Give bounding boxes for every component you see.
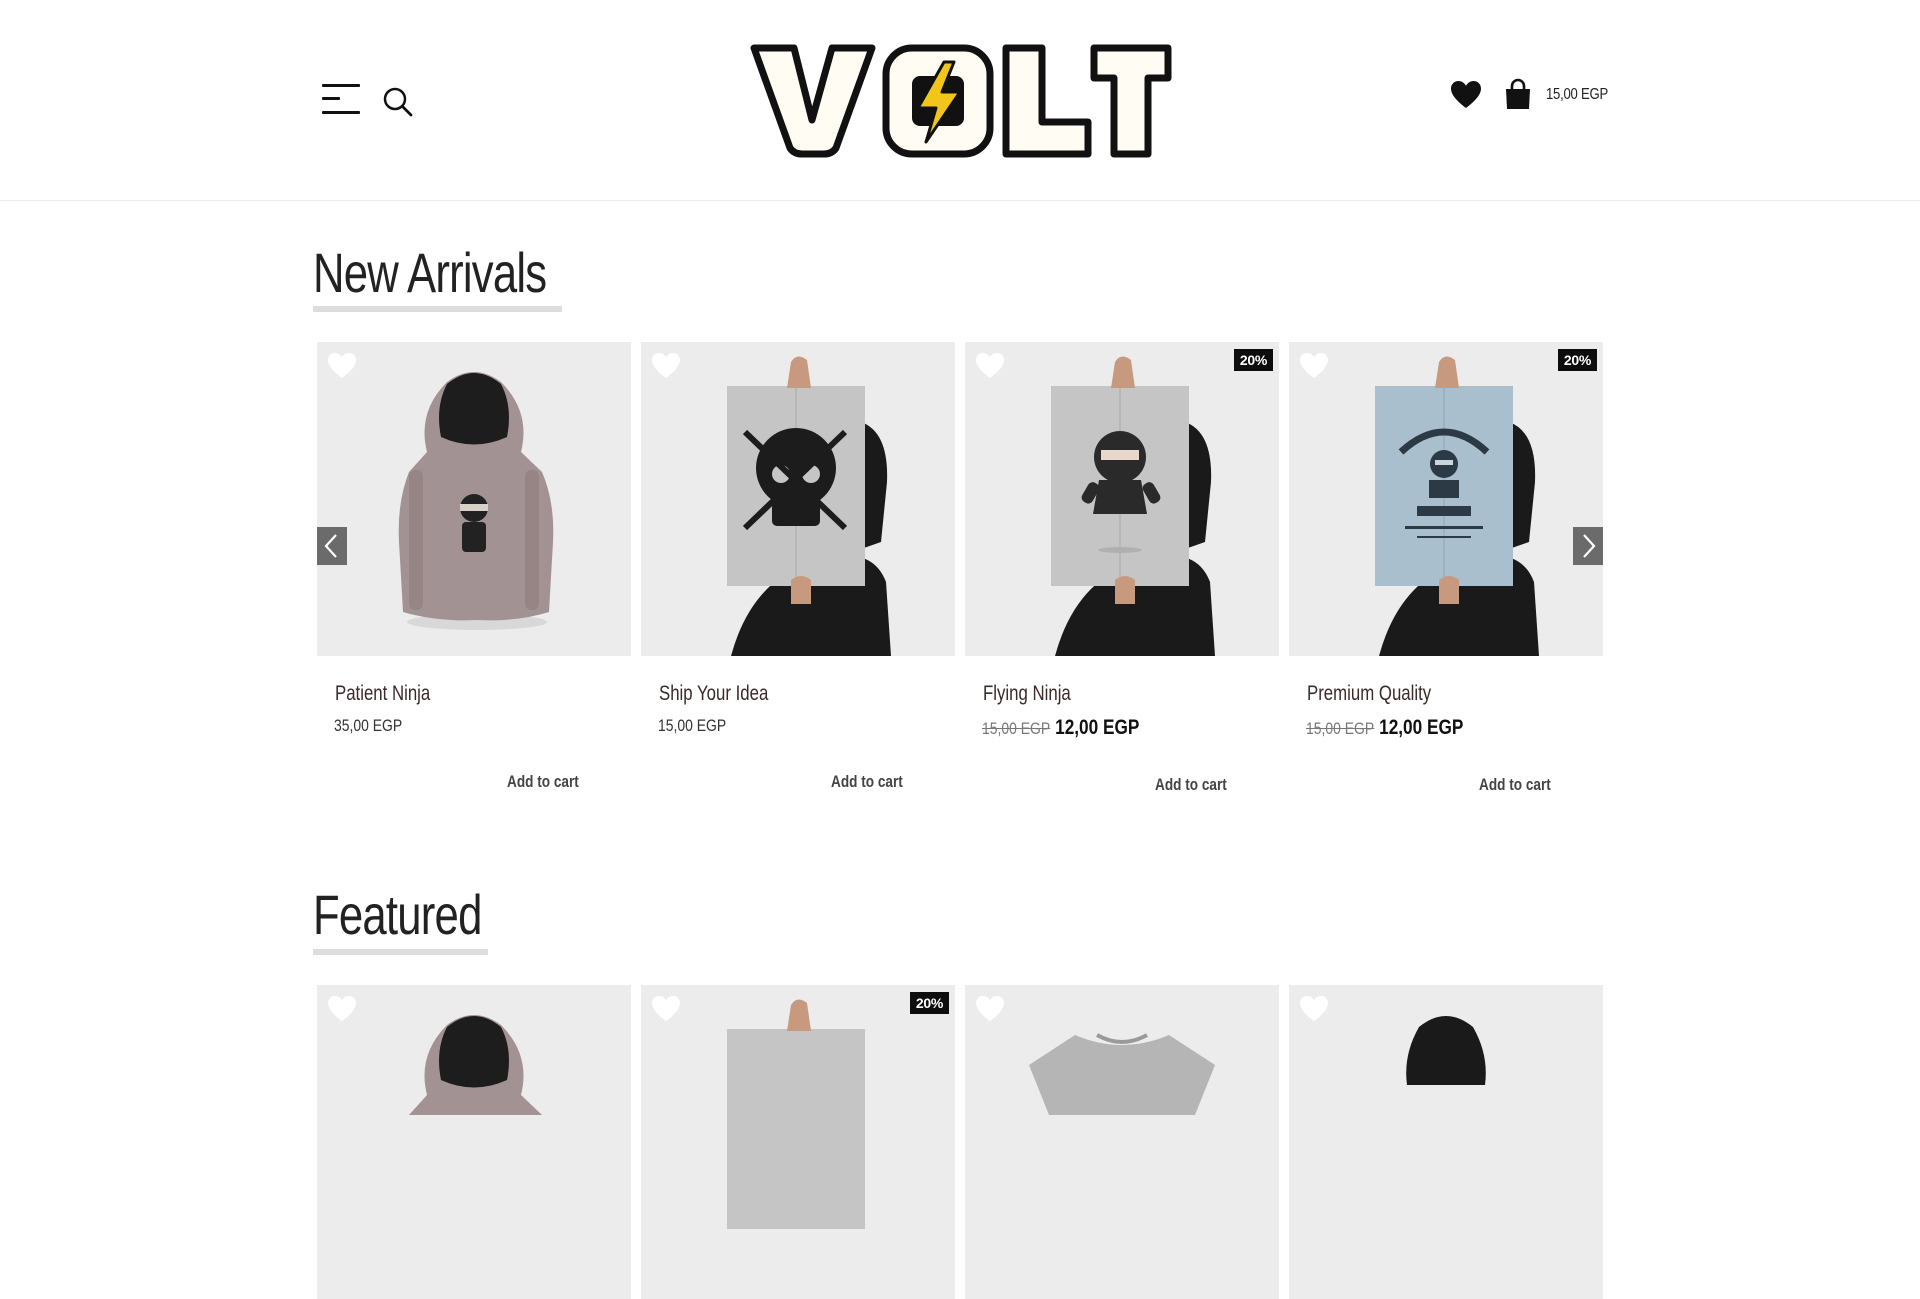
carousel-next-arrow-icon[interactable] (1573, 527, 1603, 565)
volt-logo[interactable] (748, 40, 1174, 160)
product-price: 15,00 EGP 12,00 EGP (1306, 716, 1463, 740)
site-header: 15,00 EGP (0, 0, 1920, 201)
product-price: 35,00 EGP (334, 716, 403, 735)
sale-price: 12,00 EGP (1055, 716, 1140, 739)
product-name[interactable]: Ship Your Idea (659, 682, 768, 706)
product-name[interactable]: Patient Ninja (335, 682, 430, 706)
sale-badge: 20% (909, 992, 949, 1014)
product-image[interactable]: 20% (1289, 342, 1603, 656)
old-price: 15,00 EGP (1306, 719, 1375, 738)
add-to-cart-button[interactable]: Add to cart (831, 772, 903, 792)
search-icon[interactable] (382, 86, 414, 118)
shopping-bag-icon[interactable] (1504, 78, 1532, 110)
add-to-cart-button[interactable]: Add to cart (1155, 775, 1227, 795)
add-to-cart-button[interactable]: Add to cart (1479, 775, 1551, 795)
add-to-wishlist-heart-icon[interactable] (1299, 352, 1329, 380)
add-to-wishlist-heart-icon[interactable] (327, 995, 357, 1023)
section-underline (313, 306, 562, 312)
sale-price: 12,00 EGP (1379, 716, 1464, 739)
add-to-cart-button[interactable]: Add to cart (507, 772, 579, 792)
add-to-wishlist-heart-icon[interactable] (975, 995, 1005, 1023)
add-to-wishlist-heart-icon[interactable] (1299, 995, 1329, 1023)
product-image[interactable] (641, 342, 955, 656)
add-to-wishlist-heart-icon[interactable] (651, 352, 681, 380)
sale-badge: 20% (1557, 349, 1597, 371)
old-price: 15,00 EGP (982, 719, 1051, 738)
carousel-prev-arrow-icon[interactable] (317, 527, 347, 565)
product-name[interactable]: Flying Ninja (983, 682, 1071, 706)
cart-total[interactable]: 15,00 EGP (1546, 86, 1608, 104)
product-image[interactable] (965, 985, 1279, 1299)
section-title-new-arrivals: New Arrivals (313, 241, 547, 304)
section-underline (313, 949, 488, 955)
add-to-wishlist-heart-icon[interactable] (327, 352, 357, 380)
product-image[interactable] (317, 985, 631, 1299)
product-image[interactable] (317, 342, 631, 656)
section-title-featured: Featured (313, 883, 482, 946)
add-to-wishlist-heart-icon[interactable] (975, 352, 1005, 380)
product-image[interactable] (1289, 985, 1603, 1299)
product-image[interactable]: 20% (641, 985, 955, 1299)
product-name[interactable]: Premium Quality (1307, 682, 1431, 706)
sale-badge: 20% (1233, 349, 1273, 371)
product-image[interactable]: 20% (965, 342, 1279, 656)
product-price: 15,00 EGP (658, 716, 727, 735)
add-to-wishlist-heart-icon[interactable] (651, 995, 681, 1023)
product-price: 15,00 EGP 12,00 EGP (982, 716, 1139, 740)
wishlist-heart-icon[interactable] (1450, 80, 1482, 110)
hamburger-menu-icon[interactable] (322, 84, 360, 114)
